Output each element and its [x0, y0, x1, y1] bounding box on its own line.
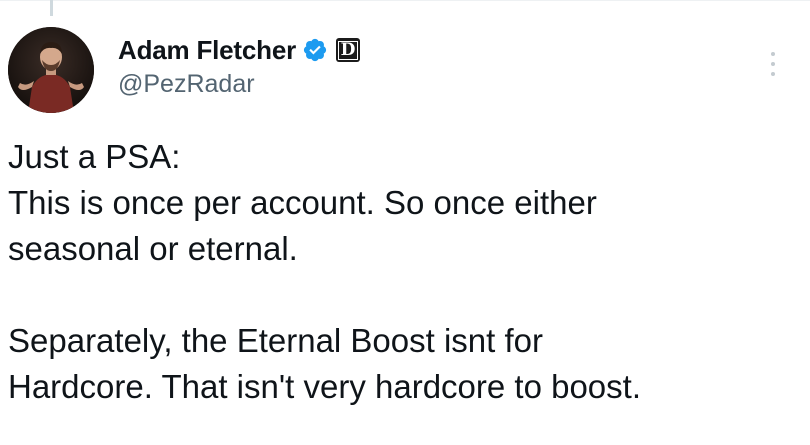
- more-options-icon-dot: [771, 62, 775, 66]
- author-name-row: Adam Fletcher D: [118, 33, 361, 67]
- thread-connector-line: [50, 0, 53, 16]
- tweet-text-line: seasonal or eternal.: [8, 230, 298, 267]
- more-options-icon-dot: [771, 72, 775, 76]
- author-handle[interactable]: @PezRadar: [118, 70, 255, 99]
- tweet-text-line: This is once per account. So once either: [8, 184, 597, 221]
- avatar[interactable]: [8, 27, 94, 113]
- more-options-button[interactable]: [758, 44, 788, 84]
- affiliate-badge-icon[interactable]: D: [336, 38, 361, 62]
- tweet-text-line: Just a PSA:: [8, 138, 181, 175]
- avatar-photo: [8, 27, 94, 113]
- affiliate-badge-letter: D: [337, 40, 359, 60]
- tweet-text: Just a PSA: This is once per account. So…: [8, 134, 798, 410]
- top-border: [0, 0, 810, 1]
- more-options-icon-dot: [771, 52, 775, 56]
- verified-badge-icon: [303, 38, 327, 62]
- author-display-name[interactable]: Adam Fletcher: [118, 35, 296, 66]
- tweet-text-line: Separately, the Eternal Boost isnt for: [8, 322, 544, 359]
- tweet-text-line: Hardcore. That isn't very hardcore to bo…: [8, 368, 641, 405]
